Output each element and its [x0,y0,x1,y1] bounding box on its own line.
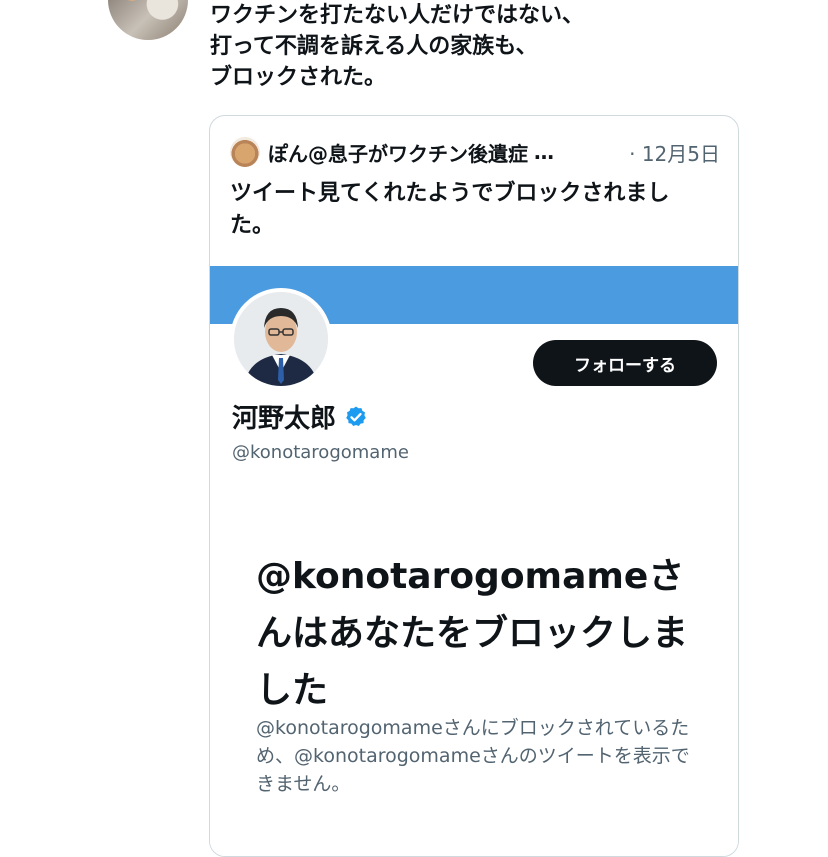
quoted-tweet-header: ぽん@息子がワクチン後遺症 … · 12月5日 [230,136,720,168]
profile-handle: @konotarogomame [232,442,409,463]
blocked-message-title: @konotarogomameさんはあなたをブロックしました [256,556,689,711]
quoted-tweet-date[interactable]: · 12月5日 [629,138,720,167]
tweet-text: ワクチンを打たない人だけではない、 打って不調を訴える人の家族も、 ブロックされ… [210,3,585,90]
follow-button[interactable]: フォローする [533,340,717,386]
profile-name-text: 河野太郎 [232,404,337,434]
profile-display-name: 河野太郎 [232,398,368,435]
quoted-tweet-text: ツイート見てくれたようでブロックされました。 [230,181,670,238]
profile-photo-portrait [234,292,328,386]
verified-badge-icon [346,406,366,426]
quoted-author-name[interactable]: ぽん@息子がワクチン後遺症 [268,138,528,167]
profile-photo [230,288,332,390]
blocked-message-description: @konotarogomameさんにブロックされているため、@konotarog… [256,717,690,795]
quoted-author-ellipsis: … [534,140,554,164]
quoted-tweet-card[interactable]: ぽん@息子がワクチン後遺症 … · 12月5日 ツイート見てくれたようでブロック… [209,115,739,857]
attached-profile-screenshot: フォローする 河野太郎 @konotarogomame @konotarogom… [210,266,738,856]
user-avatar[interactable] [108,0,188,40]
quoted-author-avatar[interactable] [230,137,260,167]
